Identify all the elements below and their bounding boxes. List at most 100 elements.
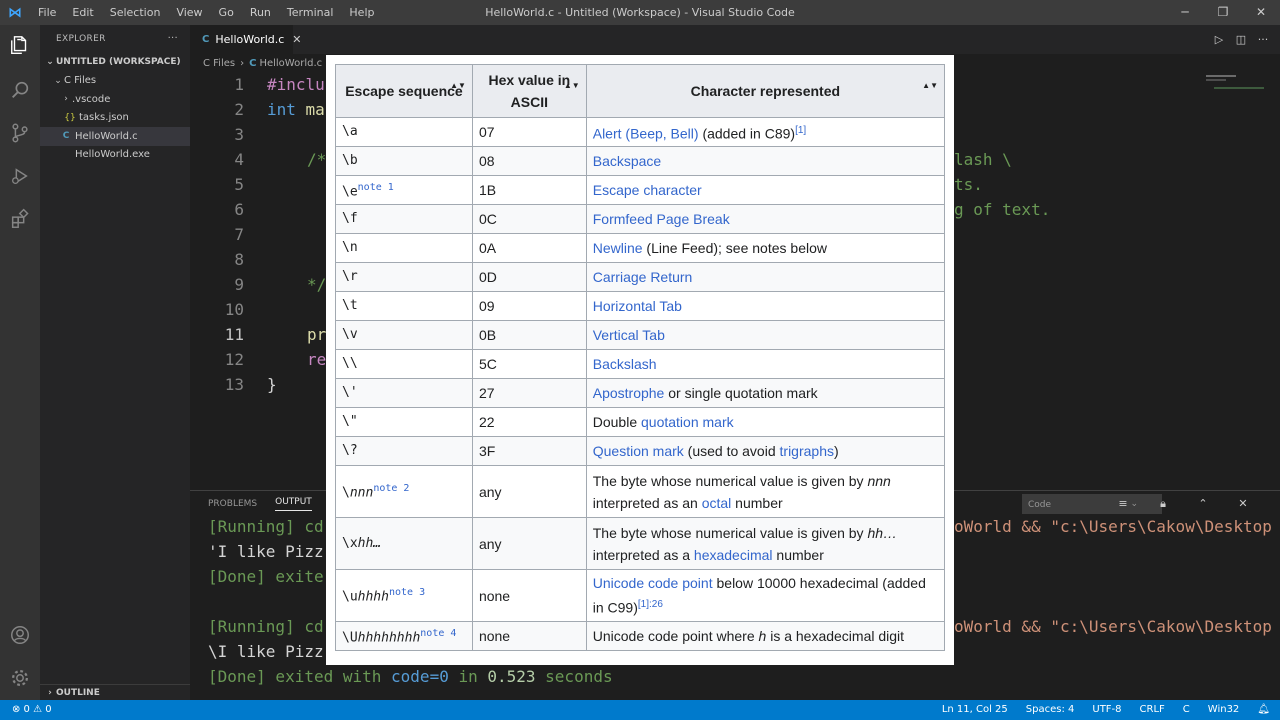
sort-icon[interactable]: ▲▼ <box>922 82 938 90</box>
folder-vscode[interactable]: › .vscode <box>40 90 190 109</box>
note-link[interactable]: note 2 <box>373 483 409 494</box>
source-control-icon[interactable] <box>0 113 40 153</box>
column-header-character[interactable]: Character represented ▲▼ <box>585 64 946 118</box>
lock-scroll-icon[interactable]: 🔒︎ <box>1152 495 1174 513</box>
sort-icon[interactable]: ▲▼ <box>564 82 580 90</box>
chevron-right-icon: › <box>64 94 68 105</box>
workspace-root[interactable]: ⌄ UNTITLED (WORKSPACE) <box>40 53 190 72</box>
c-file-icon: C <box>202 34 210 45</box>
menu-go[interactable]: Go <box>211 0 242 25</box>
table-row: \nnnnote 2 any The byte whose numerical … <box>335 465 946 518</box>
hex-value-cell: none <box>471 621 587 651</box>
maximize-button[interactable]: ❐ <box>1204 0 1242 25</box>
table-row: \a 07 Alert (Beep, Bell) (added in C89)[… <box>335 117 946 147</box>
run-code-icon[interactable]: ▷ <box>1208 25 1230 54</box>
eol-status[interactable]: CRLF <box>1140 700 1165 720</box>
menu-selection[interactable]: Selection <box>102 0 169 25</box>
more-actions-icon[interactable]: ··· <box>168 33 178 44</box>
breadcrumb-item[interactable]: C Files <box>203 58 235 69</box>
wiki-link[interactable]: quotation mark <box>641 414 734 430</box>
citation-link[interactable]: [1] <box>795 125 806 136</box>
menu-terminal[interactable]: Terminal <box>279 0 342 25</box>
line-number: 1 <box>234 75 244 94</box>
wiki-link[interactable]: Backspace <box>593 153 661 169</box>
tab-problems[interactable]: PROBLEMS <box>208 499 257 509</box>
line-number: 7 <box>234 225 244 244</box>
indentation-status[interactable]: Spaces: 4 <box>1026 700 1075 720</box>
wiki-link[interactable]: Apostrophe <box>593 385 665 401</box>
menu-view[interactable]: View <box>168 0 210 25</box>
minimap[interactable] <box>1204 73 1266 103</box>
citation-link[interactable]: [1]:26 <box>638 599 663 610</box>
hex-value-cell: any <box>471 465 587 518</box>
column-header-escape-sequence[interactable]: Escape sequence ▲▼ <box>335 64 473 118</box>
notifications-bell-icon[interactable]: 🔔︎ <box>1257 700 1270 720</box>
wiki-link[interactable]: Newline <box>593 240 643 256</box>
menu-file[interactable]: File <box>30 0 64 25</box>
escape-sequence-table: Escape sequence ▲▼ Hex value in ASCII ▲▼ C… <box>335 64 946 651</box>
folder-c-files[interactable]: ⌄ C Files <box>40 72 190 91</box>
tab-helloworld-c[interactable]: C HelloWorld.c ✕ <box>190 25 302 54</box>
folder-label: C Files <box>64 75 97 87</box>
wiki-link[interactable]: octal <box>702 495 732 511</box>
wiki-link[interactable]: Alert (Beep, Bell) <box>593 125 699 141</box>
run-debug-icon[interactable] <box>0 156 40 196</box>
character-cell: Unicode code point below 10000 hexadecim… <box>585 569 946 622</box>
accounts-icon[interactable] <box>0 615 40 655</box>
table-row: \Uhhhhhhhhnote 4 none Unicode code point… <box>335 621 946 651</box>
hex-value-cell: 1B <box>471 175 587 205</box>
search-icon[interactable] <box>0 70 40 110</box>
wiki-link[interactable]: Vertical Tab <box>593 327 665 343</box>
menu-help[interactable]: Help <box>341 0 382 25</box>
outline-section[interactable]: › OUTLINE <box>40 684 190 700</box>
line-number: 13 <box>224 375 244 394</box>
file-helloworld-c[interactable]: C HelloWorld.c <box>40 127 190 146</box>
character-cell: Carriage Return <box>585 262 946 292</box>
cursor-position[interactable]: Ln 11, Col 25 <box>942 700 1008 720</box>
wiki-link[interactable]: trigraphs <box>780 443 834 459</box>
sort-icon[interactable]: ▲▼ <box>450 82 466 90</box>
wiki-link[interactable]: Unicode code point <box>593 575 713 591</box>
column-header-hex-value[interactable]: Hex value in ASCII ▲▼ <box>471 64 587 118</box>
wiki-link[interactable]: Carriage Return <box>593 269 693 285</box>
maximize-panel-icon[interactable]: ⌃ <box>1192 495 1214 513</box>
escape-sequence-cell: \n <box>335 233 473 263</box>
file-label: HelloWorld.exe <box>75 149 150 161</box>
menu-edit[interactable]: Edit <box>64 0 101 25</box>
more-actions-icon[interactable]: ··· <box>1252 25 1274 54</box>
split-editor-icon[interactable]: ◫ <box>1230 25 1252 54</box>
wiki-link[interactable]: Question mark <box>593 443 684 459</box>
encoding-status[interactable]: UTF-8 <box>1092 700 1121 720</box>
platform-status[interactable]: Win32 <box>1208 700 1240 720</box>
language-mode[interactable]: C <box>1183 700 1190 720</box>
close-window-button[interactable]: ✕ <box>1242 0 1280 25</box>
wiki-link[interactable]: Backslash <box>593 356 657 372</box>
status-right: Ln 11, Col 25 Spaces: 4 UTF-8 CRLF C Win… <box>924 700 1270 720</box>
note-link[interactable]: note 4 <box>420 628 456 639</box>
wiki-link[interactable]: Formfeed Page Break <box>593 211 730 227</box>
note-link[interactable]: note 3 <box>389 587 425 598</box>
file-tasks-json[interactable]: {} tasks.json <box>40 109 190 128</box>
clear-output-icon[interactable]: ≡ <box>1112 495 1134 513</box>
minimize-button[interactable]: ─ <box>1166 0 1204 25</box>
close-tab-icon[interactable]: ✕ <box>292 33 301 46</box>
wiki-link[interactable]: hexadecimal <box>694 547 773 563</box>
line-number: 12 <box>224 350 244 369</box>
close-panel-icon[interactable]: ✕ <box>1232 495 1254 513</box>
hex-value-cell: 0B <box>471 320 587 350</box>
tab-output[interactable]: OUTPUT <box>275 497 312 511</box>
settings-gear-icon[interactable] <box>0 658 40 698</box>
problems-status[interactable]: ⊗ 0 ⚠ 0 <box>12 700 52 720</box>
menu-run[interactable]: Run <box>242 0 279 25</box>
note-link[interactable]: note 1 <box>358 182 394 193</box>
wiki-link[interactable]: Escape character <box>593 182 702 198</box>
file-helloworld-exe[interactable]: HelloWorld.exe <box>40 146 190 165</box>
breadcrumb-item[interactable]: HelloWorld.c <box>259 58 322 69</box>
explorer-icon[interactable] <box>0 25 40 65</box>
character-cell: Question mark (used to avoid trigraphs) <box>585 436 946 466</box>
hex-value-cell: 07 <box>471 117 587 147</box>
extensions-icon[interactable] <box>0 199 40 239</box>
wiki-link[interactable]: Horizontal Tab <box>593 298 682 314</box>
editor-tabs: C HelloWorld.c ✕ ▷ ◫ ··· <box>190 25 1280 54</box>
code-line: lash \ <box>954 150 1012 169</box>
